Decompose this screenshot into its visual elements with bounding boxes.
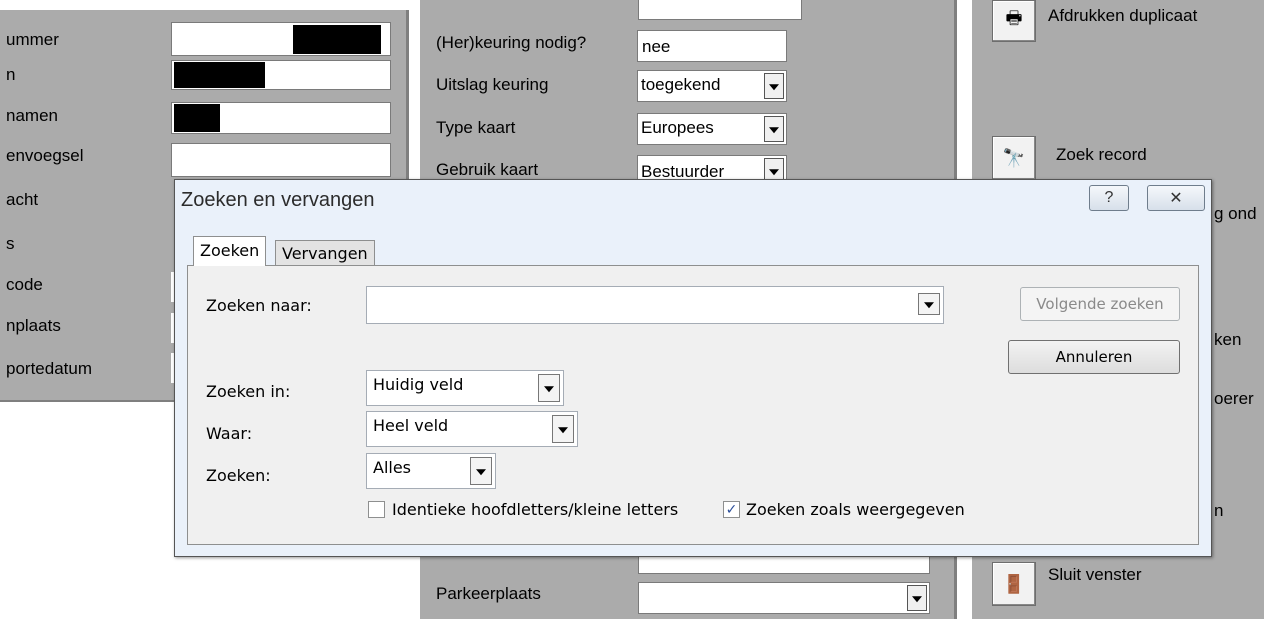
field-label-woonplaats: nplaats xyxy=(6,316,61,335)
field-label-geslacht: acht xyxy=(6,190,39,209)
zoeken-in-label: Zoeken in: xyxy=(206,382,291,401)
type-kaart-dropdown-button[interactable] xyxy=(764,116,784,142)
gebruik-kaart-label: Gebruik kaart xyxy=(436,160,539,179)
waar-combo[interactable]: Heel veld xyxy=(366,411,578,447)
afdrukken-duplicaat-label: Afdrukken duplicaat xyxy=(1048,6,1198,25)
chevron-down-icon xyxy=(769,84,779,91)
chevron-down-icon xyxy=(544,386,554,393)
uitslag-keuring-label: Uitslag keuring xyxy=(436,75,549,94)
zoeken-label: Zoeken: xyxy=(206,466,271,485)
zoeken-naar-combo[interactable] xyxy=(366,286,944,324)
type-kaart-label: Type kaart xyxy=(436,118,516,137)
type-kaart-value: Europees xyxy=(641,118,714,137)
sidebar-partial-label: ken xyxy=(1214,330,1242,349)
zoeken-in-dropdown-button[interactable] xyxy=(538,374,560,402)
parkeerplaats-combo[interactable] xyxy=(638,582,930,614)
uitslag-keuring-dropdown-button[interactable] xyxy=(764,73,784,99)
zoeken-in-value: Huidig veld xyxy=(373,375,464,394)
zoeken-naar-label: Zoeken naar: xyxy=(206,296,312,315)
search-as-formatted-checkbox[interactable]: ✓ xyxy=(723,501,740,518)
zoek-record-label: Zoek record xyxy=(1056,145,1147,164)
zoeken-naar-dropdown-button[interactable] xyxy=(918,293,940,315)
tussenvoegsel-input[interactable] xyxy=(171,143,391,177)
top-partial-input[interactable] xyxy=(638,0,802,20)
waar-label: Waar: xyxy=(206,424,253,443)
printer-icon: 🖶 xyxy=(1005,8,1023,28)
waar-value: Heel veld xyxy=(373,416,449,435)
close-button[interactable]: ✕ xyxy=(1147,185,1205,211)
parkeerplaats-dropdown-button[interactable] xyxy=(907,585,927,611)
volgende-zoeken-button[interactable]: Volgende zoeken xyxy=(1020,287,1180,321)
chevron-down-icon xyxy=(769,169,779,176)
zoek-record-button[interactable]: 🔭 xyxy=(992,136,1036,180)
help-icon: ? xyxy=(1104,189,1114,206)
waar-dropdown-button[interactable] xyxy=(552,415,574,443)
help-button[interactable]: ? xyxy=(1089,185,1129,211)
match-case-label: Identieke hoofdletters/kleine letters xyxy=(392,500,679,519)
zoeken-in-combo[interactable]: Huidig veld xyxy=(366,370,564,406)
herkeuring-label: (Her)keuring nodig? xyxy=(436,33,587,52)
type-kaart-combo[interactable]: Europees xyxy=(637,113,787,145)
chevron-down-icon xyxy=(924,302,934,309)
field-label-adres: s xyxy=(6,234,15,253)
field-label-voornamen: namen xyxy=(6,106,58,125)
afdrukken-duplicaat-button[interactable]: 🖶 xyxy=(992,0,1036,42)
tab-zoeken[interactable]: Zoeken xyxy=(193,236,267,266)
chevron-down-icon xyxy=(558,427,568,434)
zoeken-combo[interactable]: Alles xyxy=(366,453,496,489)
close-icon: ✕ xyxy=(1169,190,1183,207)
field-label-tussenvoegsel: envoegsel xyxy=(6,146,84,165)
chevron-down-icon xyxy=(769,127,779,134)
find-replace-dialog: Zoeken en vervangen ? ✕ Zoeken Vervangen… xyxy=(174,179,1212,557)
field-label-geboortedatum: portedatum xyxy=(6,359,92,378)
chevron-down-icon xyxy=(912,596,922,603)
annuleren-button[interactable]: Annuleren xyxy=(1008,340,1180,374)
chevron-down-icon xyxy=(476,469,486,476)
uitslag-keuring-value: toegekend xyxy=(641,75,721,94)
exit-door-icon: 🚪 xyxy=(1002,573,1026,594)
sluit-venster-button[interactable]: 🚪 xyxy=(992,562,1036,606)
sidebar-partial-label: oerer xyxy=(1214,389,1254,408)
field-label-postcode: code xyxy=(6,275,43,294)
binoculars-icon: 🔭 xyxy=(1002,147,1026,168)
checkmark-icon: ✓ xyxy=(725,501,738,517)
zoeken-dropdown-button[interactable] xyxy=(470,457,492,485)
redacted-block xyxy=(174,62,265,88)
match-case-checkbox[interactable] xyxy=(368,501,385,518)
parkeerplaats-label: Parkeerplaats xyxy=(436,584,541,603)
dialog-title: Zoeken en vervangen xyxy=(181,189,375,211)
zoeken-value: Alles xyxy=(373,458,412,477)
sidebar-partial-label: g ond xyxy=(1214,204,1257,223)
redacted-block xyxy=(293,25,381,54)
redacted-block xyxy=(174,104,220,132)
sidebar-partial-label: n xyxy=(1214,501,1224,520)
zoeken-tab-panel: Zoeken naar: Volgende zoeken Annuleren Z… xyxy=(187,265,1199,545)
herkeuring-input[interactable]: nee xyxy=(637,30,787,62)
search-as-formatted-label: Zoeken zoals weergegeven xyxy=(746,500,965,519)
field-label-naam: n xyxy=(6,65,16,84)
tab-vervangen[interactable]: Vervangen xyxy=(275,240,375,266)
sluit-venster-label: Sluit venster xyxy=(1048,565,1142,584)
field-label-nummer: ummer xyxy=(6,30,59,49)
uitslag-keuring-combo[interactable]: toegekend xyxy=(637,70,787,102)
